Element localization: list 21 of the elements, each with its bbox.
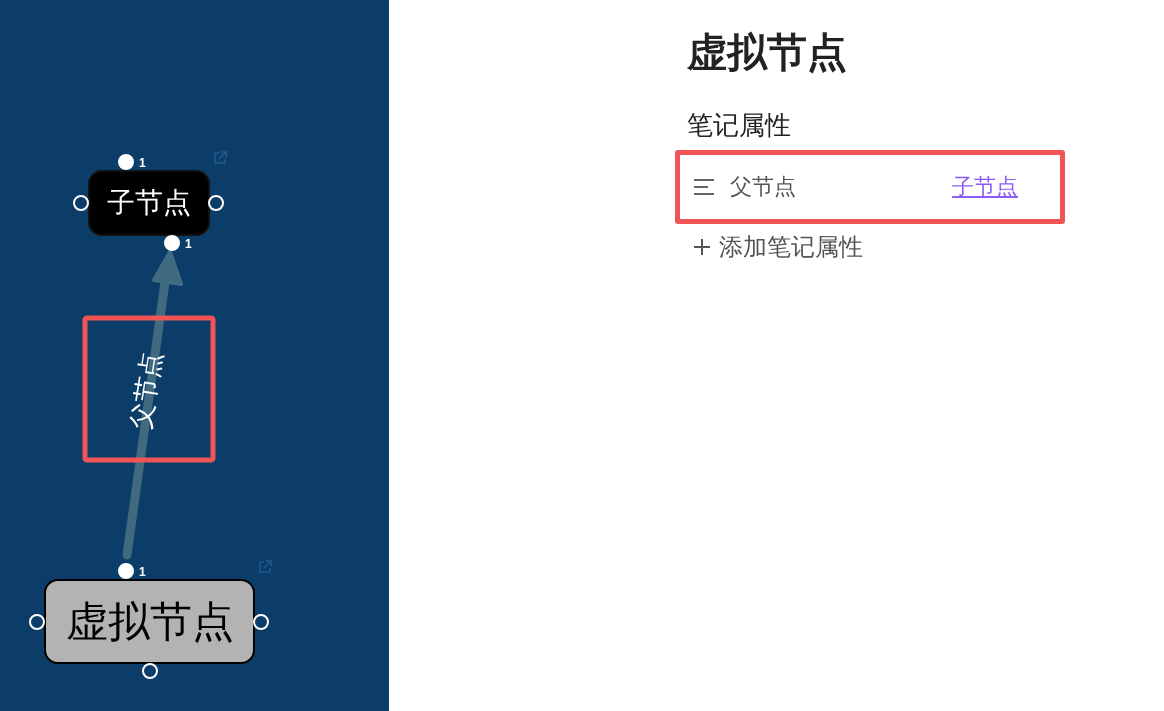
connection-handle[interactable] — [118, 154, 134, 170]
connection-handle[interactable] — [118, 563, 134, 579]
text-lines-icon[interactable] — [694, 179, 714, 195]
connection-handle[interactable] — [29, 613, 45, 630]
graph-node[interactable]: 虚拟节点 — [44, 579, 255, 664]
link-count: 1 — [139, 156, 146, 170]
connection-handle[interactable] — [73, 195, 89, 211]
section-heading: 笔记属性 — [687, 109, 791, 142]
link-count: 1 — [185, 237, 192, 251]
edge-label: 父节点 — [125, 349, 167, 431]
note-title: 虚拟节点 — [687, 29, 848, 76]
property-name[interactable]: 父节点 — [730, 173, 952, 201]
add-property-button[interactable]: 添加笔记属性 — [693, 230, 863, 264]
graph-node[interactable]: 子节点 — [88, 170, 210, 236]
connection-handle[interactable] — [208, 195, 224, 211]
link-count: 1 — [139, 565, 146, 579]
connection-handle[interactable] — [253, 613, 269, 630]
plus-icon — [693, 238, 711, 256]
connection-handle[interactable] — [141, 663, 158, 679]
note-link[interactable]: 子节点 — [952, 173, 1018, 201]
connection-handle[interactable] — [164, 235, 180, 251]
